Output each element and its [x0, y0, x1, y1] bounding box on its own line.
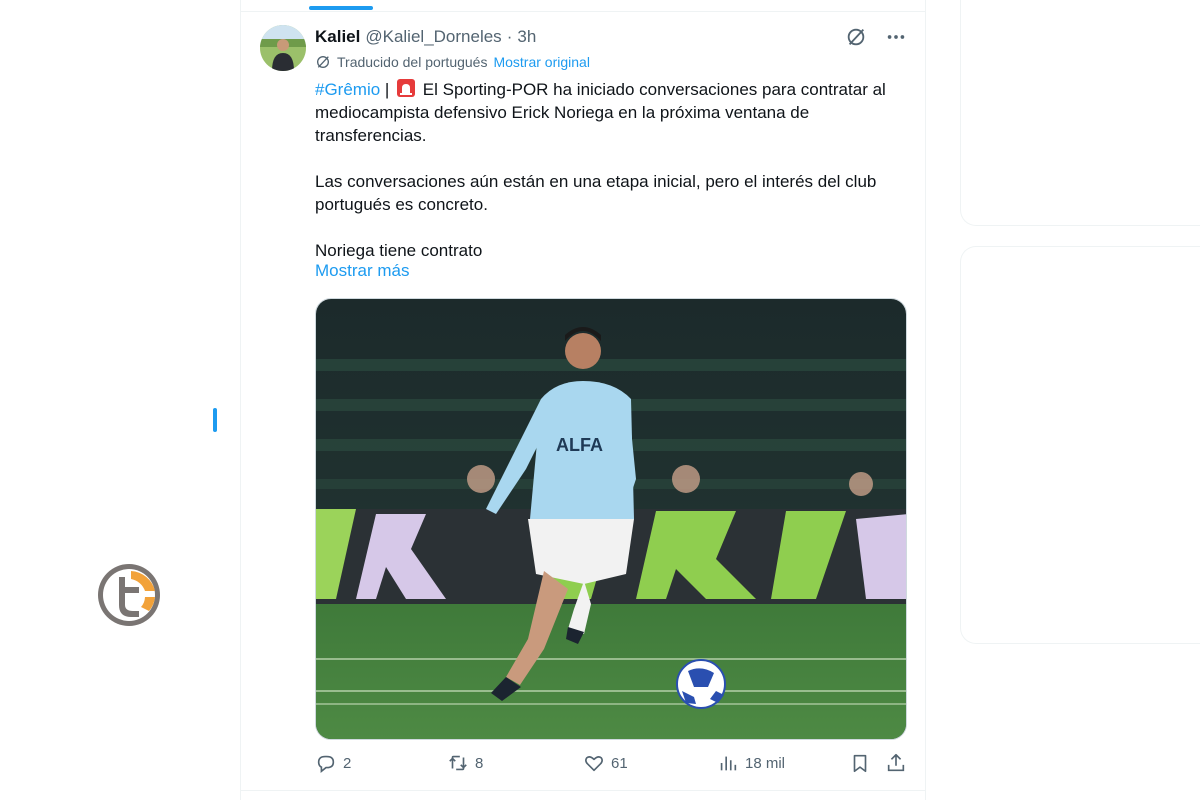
more-icon[interactable] — [885, 26, 907, 48]
hashtag-link[interactable]: #Grêmio — [315, 80, 380, 99]
share-button[interactable] — [885, 752, 913, 774]
bookmark-icon — [853, 754, 867, 773]
post-image[interactable]: ALFA — [315, 298, 907, 740]
sidebar-card — [960, 0, 1200, 226]
post-text: #Grêmio | El Sporting-POR ha iniciado co… — [315, 78, 915, 262]
repost-icon — [449, 755, 467, 771]
avatar[interactable] — [260, 25, 306, 71]
translate-icon — [317, 56, 329, 68]
nav-indicator — [213, 408, 217, 432]
heart-icon — [585, 756, 603, 772]
repost-count: 8 — [475, 754, 484, 772]
grok-icon[interactable] — [845, 26, 867, 48]
divider — [241, 11, 925, 12]
post-header: Kaliel @Kaliel_Dorneles · 3h — [315, 26, 907, 48]
timeline-column: Kaliel @Kaliel_Dorneles · 3h Traducido d… — [240, 0, 926, 800]
divider — [241, 790, 925, 791]
translated-notice: Traducido del portugués Mostrar original — [315, 54, 590, 70]
translated-label: Traducido del portugués — [337, 54, 488, 70]
post-paragraph-2: Las conversaciones aún están en una etap… — [315, 172, 882, 214]
reply-icon — [317, 755, 335, 773]
show-more-link[interactable]: Mostrar más — [315, 261, 409, 281]
bookmark-button[interactable] — [849, 752, 877, 774]
post-time[interactable]: 3h — [517, 27, 536, 47]
share-icon — [887, 753, 905, 772]
sponsor-text: ALFA — [556, 435, 603, 455]
author-handle[interactable]: @Kaliel_Dorneles — [365, 27, 501, 47]
author-name[interactable]: Kaliel — [315, 27, 360, 47]
views-count: 18 mil — [745, 754, 786, 772]
post-actions: 2 8 61 18 mil — [315, 752, 907, 778]
like-count: 61 — [611, 754, 628, 772]
reply-button[interactable]: 2 — [315, 752, 351, 774]
tab-indicator — [309, 6, 373, 10]
separator: · — [506, 27, 513, 46]
sidebar-card — [960, 246, 1200, 644]
views-icon — [720, 756, 737, 771]
like-button[interactable]: 61 — [583, 752, 628, 774]
reply-count: 2 — [343, 754, 352, 772]
views-button[interactable]: 18 mil — [717, 752, 785, 774]
post-paragraph-3: Noriega tiene contrato — [315, 241, 483, 260]
text-separator: | — [380, 80, 395, 99]
siren-icon — [397, 79, 416, 97]
repost-button[interactable]: 8 — [447, 752, 483, 774]
site-logo — [98, 564, 160, 626]
show-original-link[interactable]: Mostrar original — [493, 54, 589, 70]
